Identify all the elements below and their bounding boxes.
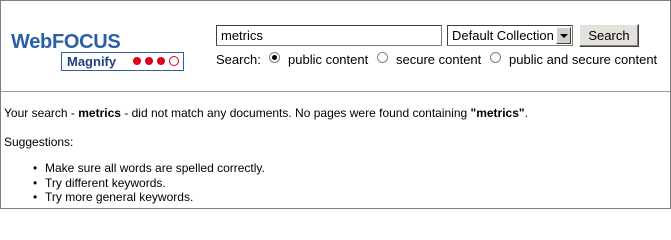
- radio-public-and-secure-label[interactable]: public and secure content: [509, 52, 657, 68]
- logo-dot: [145, 57, 153, 65]
- logo-product-box: Magnify: [61, 52, 184, 71]
- list-item: Make sure all words are spelled correctl…: [31, 161, 265, 176]
- logo-dot: [169, 56, 179, 66]
- search-button[interactable]: Search: [579, 24, 639, 47]
- logo-dot: [157, 57, 165, 65]
- message-text: Your search -: [4, 106, 79, 120]
- header: WebFOCUS Magnify Default Collection Sear…: [1, 1, 670, 91]
- list-item: Try more general keywords.: [31, 190, 265, 205]
- page-frame: WebFOCUS Magnify Default Collection Sear…: [0, 0, 671, 209]
- suggestions-title: Suggestions:: [4, 135, 74, 149]
- logo-brand: WebFOCUS: [11, 31, 121, 53]
- message-text: .: [524, 106, 528, 120]
- radio-secure-content[interactable]: [377, 52, 388, 63]
- logo-product: Magnify: [67, 54, 117, 69]
- search-input[interactable]: [216, 25, 442, 46]
- collection-select[interactable]: Default Collection: [447, 25, 573, 46]
- chevron-down-icon[interactable]: [556, 27, 571, 44]
- search-term-quoted: "metrics": [470, 106, 525, 120]
- search-scope-label: Search:: [216, 52, 261, 67]
- collection-select-value: Default Collection: [452, 28, 554, 43]
- no-results-message: Your search - metrics - did not match an…: [4, 106, 528, 120]
- message-text: - did not match any documents. No pages …: [120, 106, 471, 120]
- logo-dot: [133, 57, 141, 65]
- list-item: Try different keywords.: [31, 176, 265, 191]
- header-divider: [1, 91, 670, 92]
- radio-secure-content-label[interactable]: secure content: [396, 52, 481, 68]
- radio-public-and-secure[interactable]: [490, 52, 501, 63]
- suggestions-list: Make sure all words are spelled correctl…: [31, 161, 265, 205]
- radio-public-content[interactable]: [269, 52, 280, 63]
- radio-public-content-label[interactable]: public content: [288, 52, 368, 68]
- search-term: metrics: [78, 106, 121, 120]
